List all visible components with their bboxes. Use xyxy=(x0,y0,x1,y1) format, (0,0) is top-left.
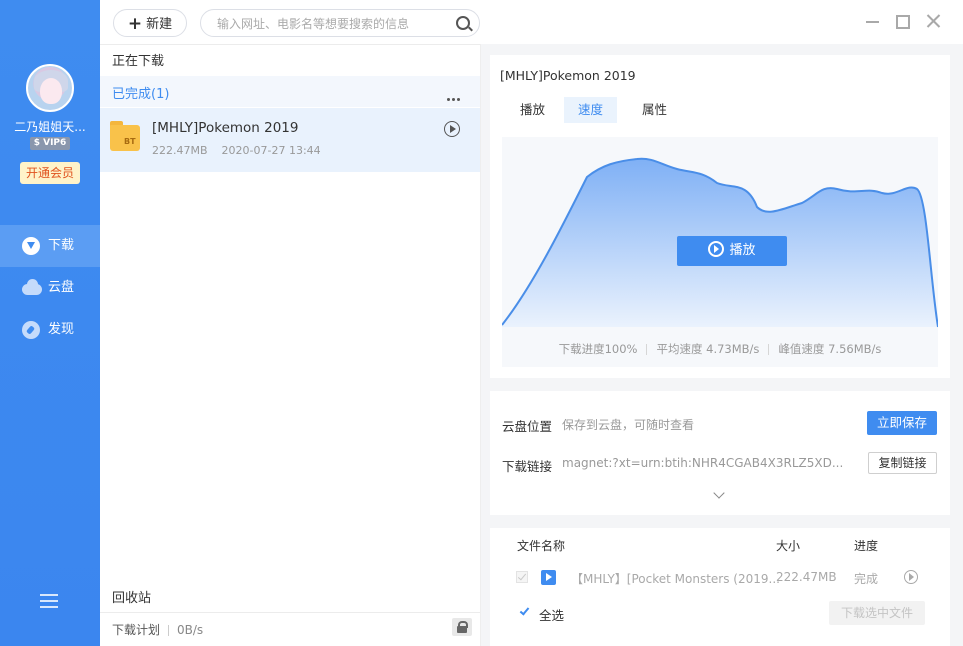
cloud-card: 云盘位置 保存到云盘，可随时查看 立即保存 下载链接 magnet:?xt=ur… xyxy=(490,391,950,515)
search-box[interactable] xyxy=(200,9,480,37)
sidebar-item-label: 下载 xyxy=(48,238,75,253)
tab-play[interactable]: 播放 xyxy=(506,97,559,123)
hamburger-menu-icon[interactable] xyxy=(40,594,58,608)
file-row-name: 【MHLY】[Pocket Monsters (2019... xyxy=(571,572,780,586)
download-plan[interactable]: 下载计划 0B/s xyxy=(112,621,203,638)
files-card: 文件名称 大小 进度 【MHLY】[Pocket Monsters (2019.… xyxy=(490,528,950,646)
divider xyxy=(100,612,480,613)
play-button-label: 播放 xyxy=(729,243,756,258)
close-icon[interactable] xyxy=(926,14,940,28)
file-date: 2020-07-27 13:44 xyxy=(221,144,321,157)
select-all-checkbox[interactable] xyxy=(519,606,531,618)
save-to-cloud-button[interactable]: 立即保存 xyxy=(867,411,937,435)
more-options-icon[interactable] xyxy=(447,90,463,101)
divider xyxy=(100,44,480,45)
recycle-bin[interactable]: 回收站 xyxy=(112,587,151,606)
maximize-icon[interactable] xyxy=(896,15,910,29)
chevron-down-icon[interactable] xyxy=(713,487,725,499)
stat-peak-speed: 峰值速度 7.56MB/s xyxy=(778,342,882,356)
play-icon[interactable] xyxy=(904,570,918,584)
discover-icon xyxy=(22,321,40,339)
speed-chart: 播放 下载进度100% 平均速度 4.73MB/s 峰值速度 7.56MB/s xyxy=(502,137,938,367)
cloud-icon xyxy=(22,279,42,297)
file-checkbox[interactable] xyxy=(516,571,528,583)
detail-card: [MHLY]Pokemon 2019 播放 速度 属性 播放 下载进度100% 平… xyxy=(490,55,950,378)
vip-level-badge: $ VIP6 xyxy=(30,137,70,150)
file-size: 222.47MB xyxy=(152,144,208,157)
play-icon xyxy=(708,241,725,257)
select-all-label[interactable]: 全选 xyxy=(539,605,564,624)
tab-completed[interactable]: 已完成(1) xyxy=(100,76,480,107)
search-icon[interactable] xyxy=(456,16,470,30)
play-button[interactable]: 播放 xyxy=(677,236,787,266)
download-stats: 下载进度100% 平均速度 4.73MB/s 峰值速度 7.56MB/s xyxy=(502,341,938,357)
lock-icon[interactable] xyxy=(452,618,472,636)
open-vip-button[interactable]: 开通会员 xyxy=(20,162,80,184)
folder-tag: BT xyxy=(124,137,136,146)
sidebar-item-label: 云盘 xyxy=(48,280,75,295)
avatar-face xyxy=(40,78,62,104)
bt-folder-icon: BT xyxy=(110,121,140,151)
new-task-button[interactable]: + 新建 xyxy=(113,9,187,37)
sidebar: 二乃姐姐天... $ VIP6 开通会员 下载 云盘 发现 xyxy=(0,0,100,646)
download-link-value: magnet:?xt=urn:btih:NHR4CGAB4X3RLZ5XD... xyxy=(562,456,844,470)
minimize-icon[interactable] xyxy=(866,14,880,28)
tab-speed[interactable]: 速度 xyxy=(564,97,618,123)
download-link-label: 下载链接 xyxy=(502,459,553,474)
column-header-name: 文件名称 xyxy=(517,539,566,553)
list-item[interactable]: BT [MHLY]Pokemon 2019 222.47MB 2020-07-27… xyxy=(100,108,480,172)
download-plan-speed: 0B/s xyxy=(177,623,204,637)
stat-progress: 下载进度100% xyxy=(558,342,638,356)
sidebar-item-label: 发现 xyxy=(48,322,75,337)
download-icon xyxy=(22,237,40,255)
user-avatar[interactable] xyxy=(26,64,74,112)
file-name: [MHLY]Pokemon 2019 xyxy=(152,120,299,136)
plus-icon: + xyxy=(127,14,143,34)
download-plan-label: 下载计划 xyxy=(112,623,161,637)
sidebar-item-cloud[interactable]: 云盘 xyxy=(0,267,100,309)
sidebar-item-discover[interactable]: 发现 xyxy=(0,309,100,351)
detail-title: [MHLY]Pokemon 2019 xyxy=(500,68,636,83)
cloud-location-value: 保存到云盘，可随时查看 xyxy=(562,418,695,432)
cloud-location-label: 云盘位置 xyxy=(502,419,553,434)
column-header-size: 大小 xyxy=(776,539,801,553)
file-row-progress: 完成 xyxy=(854,572,879,586)
tab-properties[interactable]: 属性 xyxy=(628,97,681,123)
video-file-icon xyxy=(541,570,556,585)
search-input[interactable] xyxy=(215,14,449,34)
copy-link-button[interactable]: 复制链接 xyxy=(868,452,937,474)
play-icon[interactable] xyxy=(444,121,460,137)
file-row-size: 222.47MB xyxy=(776,570,837,584)
username[interactable]: 二乃姐姐天... xyxy=(0,118,100,135)
new-task-label: 新建 xyxy=(146,17,173,32)
download-selected-button[interactable]: 下载选中文件 xyxy=(829,601,925,625)
tab-completed-label: 已完成(1) xyxy=(112,87,170,102)
column-header-progress: 进度 xyxy=(854,539,879,553)
file-meta: 222.47MB 2020-07-27 13:44 xyxy=(152,144,321,157)
tab-downloading[interactable]: 正在下载 xyxy=(112,50,164,69)
stat-avg-speed: 平均速度 4.73MB/s xyxy=(656,342,760,356)
sidebar-item-download[interactable]: 下载 xyxy=(0,225,100,267)
